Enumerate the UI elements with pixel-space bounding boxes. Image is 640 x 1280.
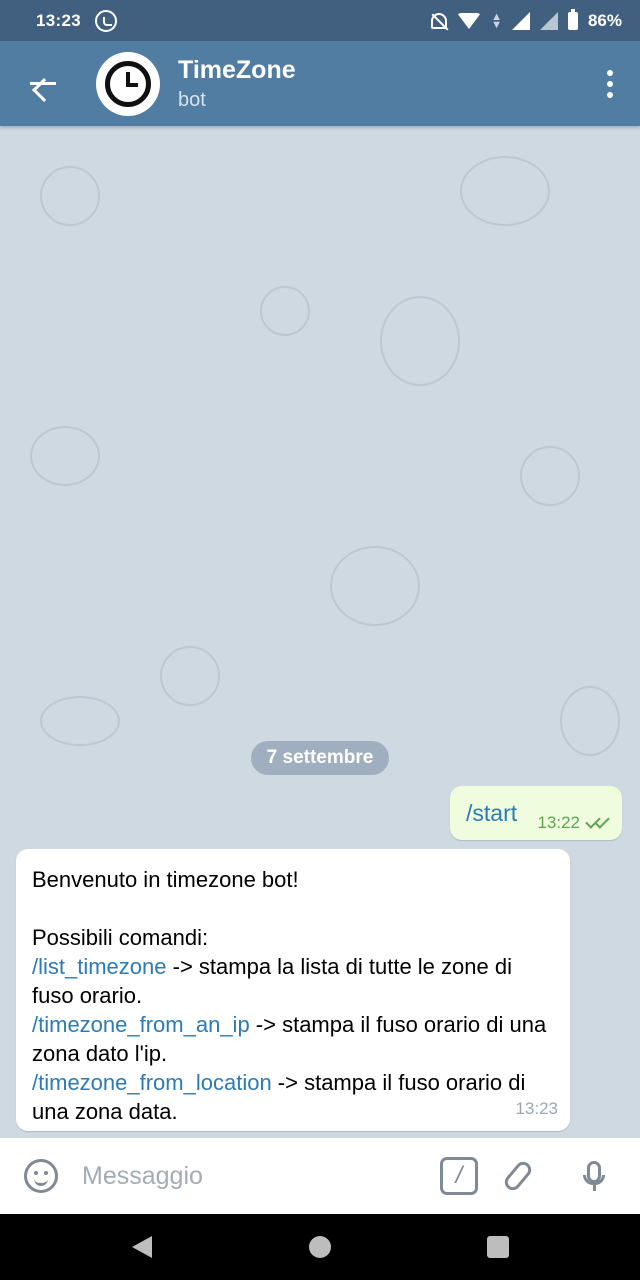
nav-home-button[interactable] bbox=[231, 1214, 409, 1280]
square-recents-icon bbox=[487, 1236, 509, 1258]
whatsapp-notification-icon bbox=[94, 9, 117, 32]
wallpaper-doodle bbox=[260, 286, 310, 336]
command-link-list-timezone[interactable]: /list_timezone bbox=[32, 954, 167, 979]
date-chip: 7 settembre bbox=[251, 741, 389, 775]
dot-icon bbox=[607, 80, 613, 87]
nav-back-button[interactable] bbox=[53, 1214, 231, 1280]
notifications-muted-icon bbox=[431, 12, 448, 29]
message-time: 13:23 bbox=[515, 1099, 558, 1118]
circle-home-icon bbox=[309, 1236, 331, 1258]
chat-title: TimeZone bbox=[178, 55, 296, 84]
chat-subtitle: bot bbox=[178, 88, 206, 111]
more-options-button[interactable] bbox=[580, 41, 640, 126]
status-icons: ▲ ▼ 86% bbox=[431, 8, 622, 31]
dot-icon bbox=[607, 91, 613, 98]
message-text[interactable]: /start bbox=[466, 800, 517, 827]
signal-icon bbox=[511, 11, 530, 30]
double-check-icon bbox=[586, 817, 610, 829]
wallpaper-doodle bbox=[560, 686, 620, 756]
clock-icon bbox=[105, 60, 151, 107]
message-line: /timezone_from_an_ip -> stampa il fuso o… bbox=[32, 1010, 554, 1068]
avatar[interactable] bbox=[96, 51, 160, 116]
emoji-button[interactable] bbox=[0, 1138, 82, 1214]
attach-button[interactable] bbox=[478, 1138, 558, 1214]
smiley-icon bbox=[24, 1159, 58, 1193]
status-time: 13:23 bbox=[36, 10, 81, 30]
arrow-left-icon bbox=[30, 82, 56, 85]
signal-2-icon bbox=[539, 11, 558, 30]
message-time: 13:22 bbox=[537, 813, 580, 832]
message-input[interactable] bbox=[82, 1151, 422, 1201]
command-link-timezone-from-location[interactable]: /timezone_from_location bbox=[32, 1070, 272, 1095]
message-meta: 13:22 bbox=[537, 813, 610, 833]
wallpaper-doodle bbox=[160, 646, 220, 706]
chat-header: TimeZone bot bbox=[0, 41, 640, 126]
command-link-timezone-from-ip[interactable]: /timezone_from_an_ip bbox=[32, 1012, 250, 1037]
chat-title-block[interactable]: TimeZone bot bbox=[178, 56, 296, 112]
message-line: Benvenuto in timezone bot! bbox=[32, 867, 299, 892]
system-nav-bar bbox=[0, 1214, 640, 1280]
wallpaper-doodle bbox=[330, 546, 420, 626]
battery-percent: 86% bbox=[587, 10, 622, 30]
paperclip-icon bbox=[501, 1158, 535, 1194]
back-button[interactable] bbox=[0, 41, 86, 126]
wallpaper-doodle bbox=[460, 156, 550, 226]
message-line: /timezone_from_location -> stampa il fus… bbox=[32, 1068, 554, 1126]
wallpaper-doodle bbox=[40, 696, 120, 746]
message-line: Possibili comandi: bbox=[32, 925, 209, 950]
wallpaper-doodle bbox=[40, 166, 100, 226]
wifi-icon bbox=[457, 12, 482, 29]
message-line: /list_timezone -> stampa la lista di tut… bbox=[32, 952, 554, 1010]
data-arrows-icon: ▲ ▼ bbox=[491, 10, 502, 31]
wallpaper-doodle bbox=[30, 426, 100, 486]
message-composer: / bbox=[0, 1138, 640, 1214]
incoming-message[interactable]: Benvenuto in timezone bot! Possibili com… bbox=[16, 849, 570, 1131]
dot-icon bbox=[607, 69, 613, 76]
wallpaper-doodle bbox=[380, 296, 460, 386]
voice-message-button[interactable] bbox=[558, 1138, 630, 1214]
nav-recents-button[interactable] bbox=[409, 1214, 587, 1280]
triangle-back-icon bbox=[132, 1236, 152, 1258]
battery-icon bbox=[567, 8, 578, 30]
status-bar: 13:23 ▲ ▼ 86% bbox=[0, 0, 640, 41]
chat-area[interactable]: 7 settembre /start 13:22 Benvenuto in ti… bbox=[0, 126, 640, 1138]
outgoing-message[interactable]: /start 13:22 bbox=[450, 786, 622, 840]
bot-commands-button[interactable]: / bbox=[440, 1157, 478, 1195]
wallpaper-doodle bbox=[520, 446, 580, 506]
